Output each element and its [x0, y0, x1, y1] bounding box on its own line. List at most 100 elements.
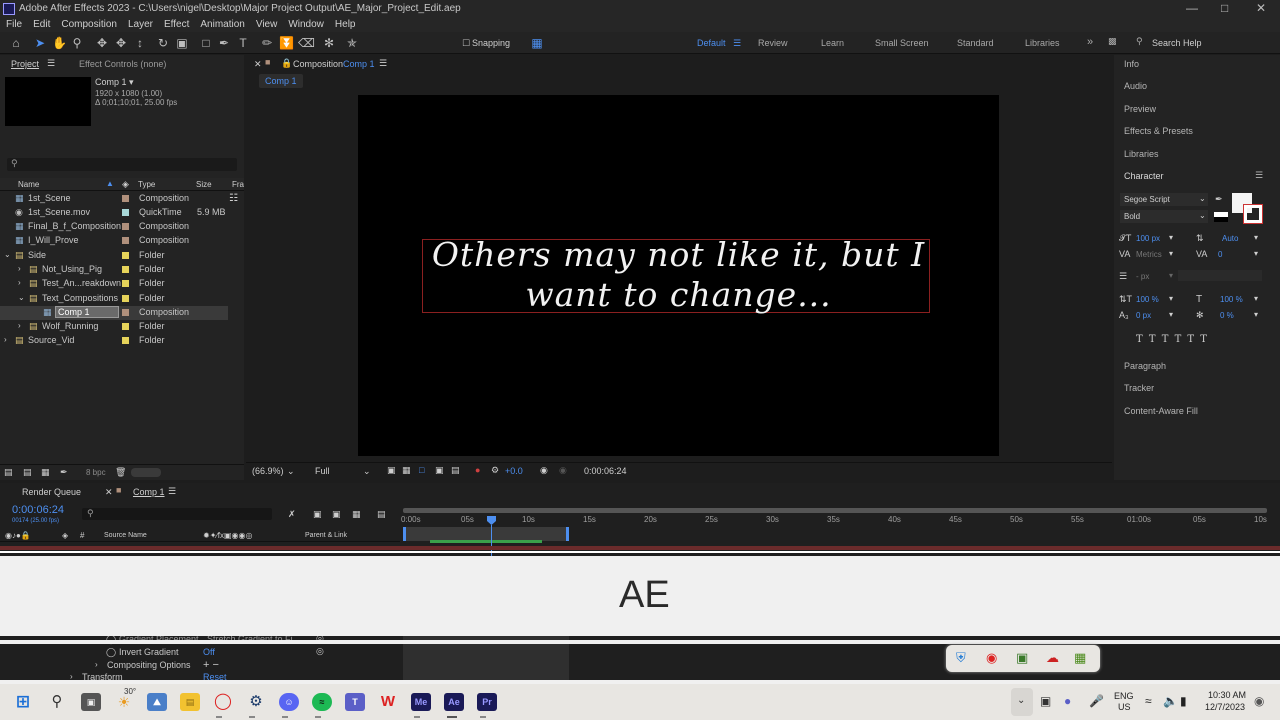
column-parent-link[interactable]: Parent & Link: [305, 532, 347, 539]
menu-edit[interactable]: Edit: [33, 19, 50, 30]
list-item[interactable]: ⌄ ▤ Text_Compositions Folder: [0, 292, 240, 306]
snapping-checkbox[interactable]: ☐: [459, 36, 473, 50]
font-size-value[interactable]: 100 px: [1136, 234, 1160, 243]
new-composition-icon[interactable]: ▦: [41, 467, 50, 478]
file-explorer-icon[interactable]: ▤: [180, 693, 200, 711]
mask-path-icon[interactable]: □: [419, 465, 424, 475]
text-style-buttons[interactable]: TTTTTT: [1136, 334, 1266, 346]
workspace-libraries[interactable]: Libraries: [1025, 38, 1060, 48]
show-hidden-icons-button[interactable]: ⌄: [1011, 688, 1033, 716]
volume-icon[interactable]: 🔈: [1163, 694, 1178, 708]
microphone-icon[interactable]: 🎤: [1089, 694, 1104, 708]
language-indicator[interactable]: ENG: [1114, 691, 1134, 701]
orbit-tool-icon[interactable]: ✥: [95, 36, 109, 50]
menu-view[interactable]: View: [256, 19, 278, 30]
menu-animation[interactable]: Animation: [200, 19, 244, 30]
workspace-toggle-icon[interactable]: ▩: [1108, 36, 1117, 47]
chevron-right-icon[interactable]: ›: [18, 278, 21, 287]
menu-composition[interactable]: Composition: [61, 19, 117, 30]
chevron-down-icon[interactable]: ▾: [1254, 310, 1258, 319]
tab-project[interactable]: Project: [11, 59, 39, 69]
resolution-dropdown[interactable]: Full: [315, 466, 330, 476]
battery-icon[interactable]: ▮: [1180, 694, 1187, 708]
stroke-color-swatch[interactable]: [1243, 204, 1263, 224]
leading-value[interactable]: Auto: [1222, 234, 1238, 243]
language-region[interactable]: US: [1118, 702, 1131, 712]
dolly-tool-icon[interactable]: ↕: [133, 36, 147, 50]
project-menu-icon[interactable]: ☰: [47, 58, 55, 69]
column-frame-rate[interactable]: Fra: [232, 180, 244, 189]
menu-window[interactable]: Window: [288, 19, 324, 30]
chevron-down-icon[interactable]: ⌄: [18, 293, 25, 302]
fast-previews-icon[interactable]: ▣: [387, 465, 396, 476]
chevron-down-icon[interactable]: ▾: [1169, 310, 1173, 319]
chevron-right-icon[interactable]: ›: [4, 335, 7, 344]
clock-time[interactable]: 10:30 AM: [1208, 690, 1246, 700]
reset-exposure-icon[interactable]: ⚙: [491, 465, 499, 476]
comp-flowchart-icon[interactable]: ✗: [288, 509, 296, 520]
chevron-down-icon[interactable]: ▾: [1254, 249, 1258, 258]
grid-guides-icon[interactable]: ▤: [451, 465, 460, 476]
selected-layer-bar[interactable]: [0, 546, 1280, 550]
notifications-icon[interactable]: ◉: [1254, 694, 1264, 708]
list-item[interactable]: › ▤ Wolf_Running Folder: [0, 320, 240, 334]
menu-help[interactable]: Help: [335, 19, 356, 30]
hand-tool-icon[interactable]: ✋: [52, 36, 67, 50]
interpret-footage-icon[interactable]: ▤: [4, 467, 13, 478]
composition-viewer[interactable]: Others may not like it, but I want to ch…: [358, 95, 999, 456]
tab-render-queue[interactable]: Render Queue: [22, 487, 81, 497]
new-folder-icon[interactable]: ▤: [23, 467, 32, 478]
eyedropper-icon[interactable]: ✒: [1215, 194, 1223, 205]
tracking-value[interactable]: 0: [1218, 250, 1222, 259]
teams-icon[interactable]: T: [345, 693, 365, 711]
tab-effect-controls[interactable]: Effect Controls (none): [79, 59, 166, 69]
puppet-pin-tool-icon[interactable]: ✯: [345, 36, 359, 50]
horizontal-scale-value[interactable]: 100 %: [1220, 295, 1243, 304]
channel-icon[interactable]: ●: [475, 465, 480, 475]
tray-app-icon[interactable]: ▣: [1040, 694, 1051, 708]
task-view-icon[interactable]: ▣: [81, 693, 101, 711]
transparency-grid-icon[interactable]: ▦: [402, 465, 411, 476]
app-tray-icon[interactable]: ▦: [1074, 650, 1086, 666]
panel-menu-icon[interactable]: ☰: [168, 486, 176, 497]
panel-effects-presets[interactable]: Effects & Presets: [1124, 126, 1193, 136]
lock-icon[interactable]: 🔒: [281, 58, 292, 69]
thumbnail-size-slider[interactable]: [131, 468, 161, 477]
menu-file[interactable]: File: [6, 19, 22, 30]
vertical-scale-value[interactable]: 100 %: [1136, 295, 1159, 304]
current-time-display[interactable]: 0:00:06:24: [584, 466, 627, 476]
premiere-pro-icon[interactable]: Pr: [477, 693, 497, 711]
home-icon[interactable]: ⌂: [9, 36, 23, 50]
work-area-range[interactable]: [403, 527, 569, 541]
pan-tool-icon[interactable]: ✥: [114, 36, 128, 50]
exposure-value[interactable]: +0.0: [505, 466, 523, 476]
kerning-value[interactable]: Metrics: [1136, 250, 1162, 259]
list-item[interactable]: › ▤ Test_An...reakdown Folder: [0, 277, 240, 291]
opera-icon[interactable]: ◯: [213, 693, 233, 711]
snapshot-icon[interactable]: ◉: [540, 465, 548, 476]
shy-layers-icon[interactable]: ▣: [332, 509, 341, 520]
stroke-style-dropdown[interactable]: [1178, 270, 1262, 281]
vpn-icon[interactable]: ◉: [986, 650, 997, 666]
cloud-icon[interactable]: ☁: [1046, 650, 1059, 666]
maximize-icon[interactable]: □: [1221, 1, 1228, 15]
column-name[interactable]: Name: [18, 180, 39, 189]
panel-paragraph[interactable]: Paragraph: [1124, 361, 1166, 371]
adjust-project-settings-icon[interactable]: ✒: [60, 467, 68, 478]
project-search-input[interactable]: ⚲: [7, 158, 237, 171]
chevron-down-icon[interactable]: ▾: [1169, 249, 1173, 258]
column-size[interactable]: Size: [196, 180, 212, 189]
start-icon[interactable]: ⊞: [13, 693, 33, 711]
chevron-down-icon[interactable]: ⌄: [363, 466, 371, 477]
panel-tracker[interactable]: Tracker: [1124, 383, 1154, 393]
work-area-bar[interactable]: [403, 508, 1267, 513]
wps-icon[interactable]: W: [378, 693, 398, 711]
chevron-right-icon[interactable]: ›: [18, 321, 21, 330]
search-help-input[interactable]: Search Help: [1152, 38, 1202, 48]
workspace-standard[interactable]: Standard: [957, 38, 994, 48]
color-presets[interactable]: [1214, 212, 1228, 222]
workspace-menu-icon[interactable]: ☰: [733, 38, 741, 49]
stroke-width-value[interactable]: - px: [1136, 272, 1149, 281]
workspace-small-screen[interactable]: Small Screen: [875, 38, 929, 48]
snapping-options-icon[interactable]: ▦: [530, 36, 544, 50]
